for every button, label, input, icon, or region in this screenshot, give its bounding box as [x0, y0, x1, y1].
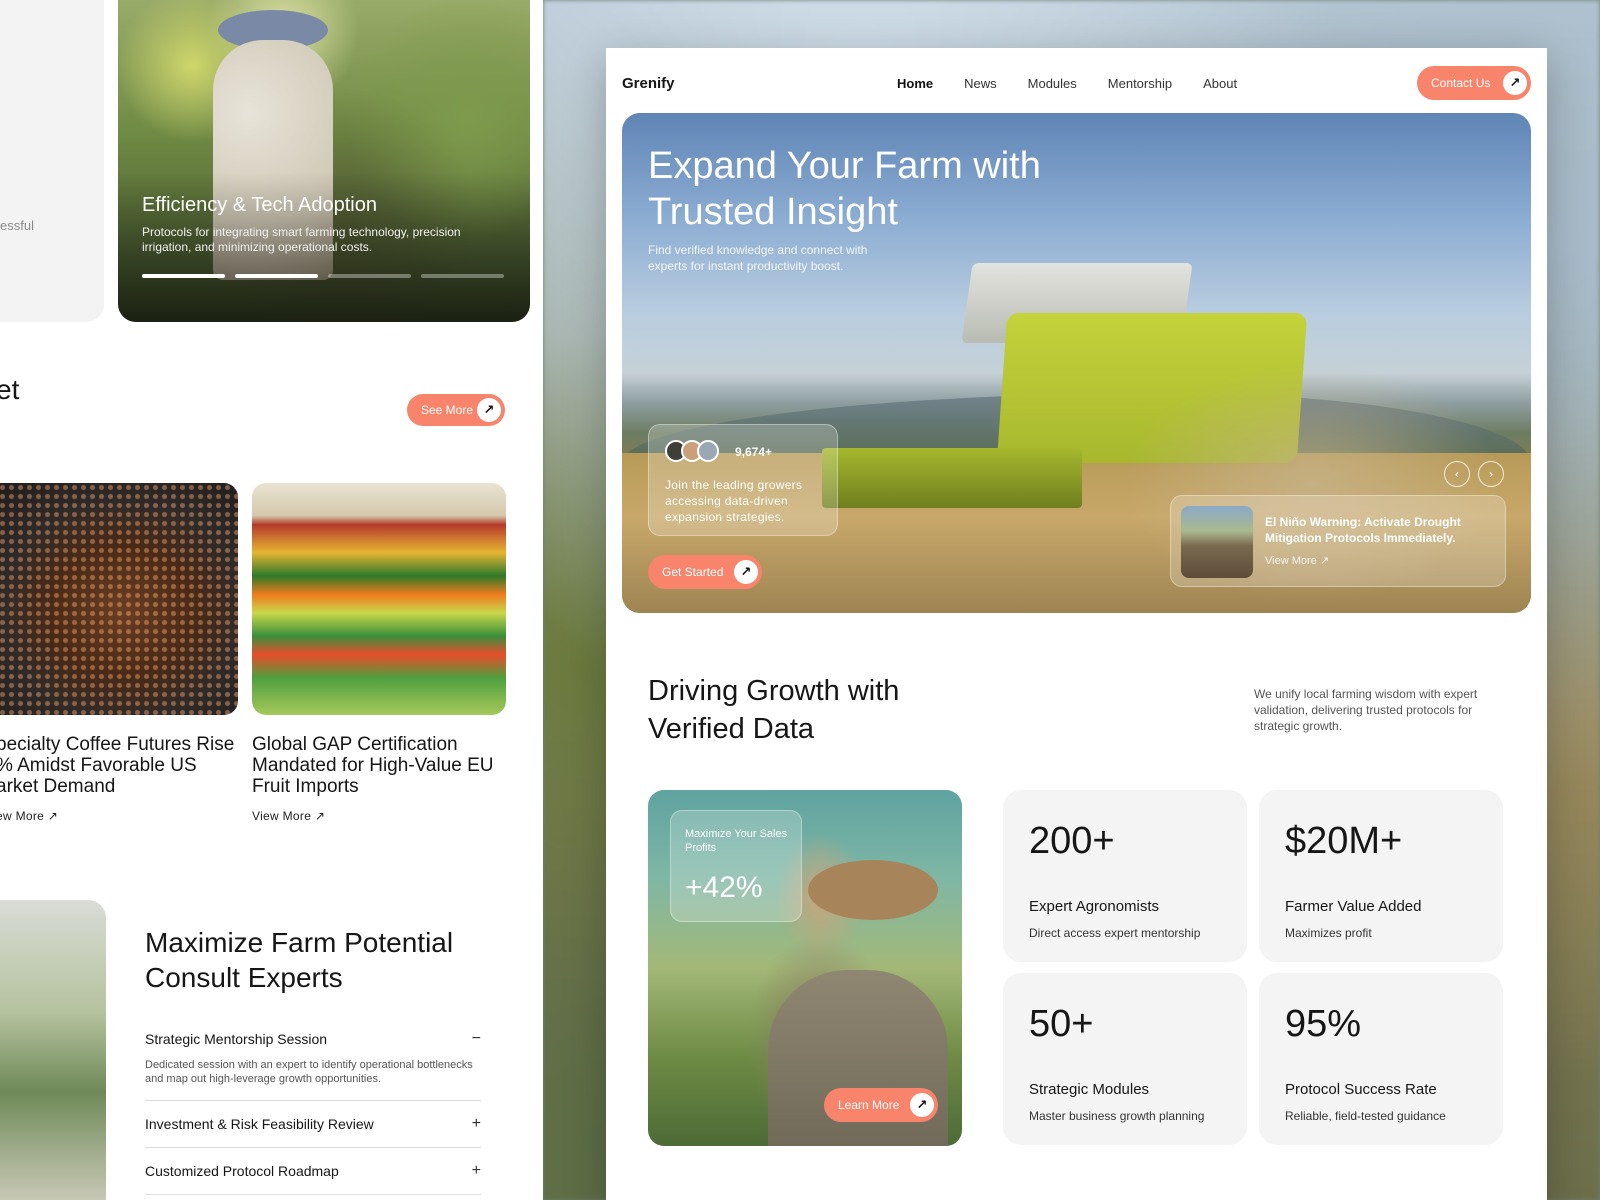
news-title[interactable]: pecialty Coffee Futures Rise % Amidst Fa… — [0, 734, 241, 797]
consult-section-title: Maximize Farm Potential Consult Experts — [145, 927, 454, 993]
expand-icon[interactable]: + — [472, 1162, 481, 1180]
slide-description: Protocols for integrating smart farming … — [142, 225, 461, 254]
get-started-label: Get Started — [662, 565, 724, 579]
website-homepage: Grenify Home News Modules Mentorship Abo… — [606, 48, 1547, 1200]
progress-segment[interactable] — [235, 274, 318, 278]
left-page-preview: essful Efficiency & Tech Adoption Protoc… — [0, 0, 543, 1200]
consultant-photo — [0, 900, 106, 1200]
hero-news-view-more-link[interactable]: View More ↗ — [1265, 554, 1329, 567]
see-more-label: See More — [421, 403, 474, 417]
accordion-item-title: Customized Protocol Roadmap — [145, 1163, 339, 1179]
get-started-button[interactable]: Get Started ↗ — [648, 555, 762, 589]
growth-section-title: Driving Growth with Verified Data — [648, 675, 900, 745]
slide-progress-indicators — [142, 274, 504, 278]
chevron-left-icon[interactable]: ‹ — [1444, 461, 1470, 487]
arrow-up-right-icon: ↗ — [734, 560, 758, 584]
combine-harvester-header — [822, 448, 1082, 508]
nav-item-modules[interactable]: Modules — [1028, 76, 1077, 91]
arrow-up-right-icon: ↗ — [47, 809, 59, 823]
stat-value: 95% — [1285, 1003, 1362, 1045]
arrow-up-right-icon: ↗ — [1503, 71, 1527, 95]
efficiency-slide-card[interactable]: Efficiency & Tech Adoption Protocols for… — [118, 0, 530, 322]
stat-card: 95% Protocol Success Rate Reliable, fiel… — [1259, 973, 1503, 1145]
news-view-more-link[interactable]: View More ↗ — [252, 809, 325, 823]
farmer-hat-shape — [808, 860, 938, 920]
gray-card-fragment: essful — [0, 0, 104, 322]
nav-item-home[interactable]: Home — [897, 76, 933, 91]
stat-subtext: Direct access expert mentorship — [1029, 926, 1201, 940]
avatar-group — [665, 440, 719, 462]
drought-thumbnail — [1181, 506, 1253, 578]
avatar — [697, 440, 719, 462]
carousel-controls: ‹ › — [1444, 461, 1504, 487]
arrow-up-right-icon: ↗ — [1319, 555, 1330, 567]
section-heading-fragment: et — [0, 374, 20, 405]
accordion-item-title: Investment & Risk Feasibility Review — [145, 1116, 374, 1132]
learn-more-label: Learn More — [838, 1098, 900, 1112]
top-navigation: Grenify Home News Modules Mentorship Abo… — [622, 66, 1531, 102]
chevron-right-icon[interactable]: › — [1478, 461, 1504, 487]
profit-value: +42% — [685, 871, 763, 904]
growers-card: 9,674+ Join the leading growers accessin… — [648, 424, 838, 536]
stat-value: 200+ — [1029, 820, 1115, 862]
consult-accordion: Strategic Mentorship Session − Dedicated… — [145, 1030, 481, 1200]
nav-item-mentorship[interactable]: Mentorship — [1108, 76, 1172, 91]
profit-card: Maximize Your Sales Profits +42% — [670, 810, 802, 922]
see-more-button[interactable]: See More ↗ — [407, 394, 505, 426]
card-text-fragment: essful — [0, 218, 34, 233]
growers-count: 9,674+ — [735, 445, 773, 459]
progress-segment[interactable] — [142, 274, 225, 278]
stat-value: $20M+ — [1285, 820, 1403, 862]
arrow-up-right-icon: ↗ — [314, 809, 326, 823]
brand-logo[interactable]: Grenify — [622, 75, 675, 92]
stat-subtext: Reliable, field-tested guidance — [1285, 1109, 1446, 1123]
hero-banner: Expand Your Farm with Trusted Insight Fi… — [622, 113, 1531, 613]
stat-subtext: Master business growth planning — [1029, 1109, 1205, 1123]
farmer-feature-card: Maximize Your Sales Profits +42% Learn M… — [648, 790, 962, 1146]
coffee-news-image[interactable] — [0, 483, 238, 715]
hero-news-card[interactable]: El Niño Warning: Activate Drought Mitiga… — [1170, 495, 1506, 587]
stat-label: Strategic Modules — [1029, 1081, 1150, 1098]
accordion-item-title: Strategic Mentorship Session — [145, 1031, 328, 1047]
stat-label: Protocol Success Rate — [1285, 1081, 1437, 1098]
learn-more-button[interactable]: Learn More ↗ — [824, 1088, 938, 1122]
growth-section-description: We unify local farming wisdom with exper… — [1254, 687, 1478, 733]
collapse-icon[interactable]: − — [472, 1030, 481, 1048]
accordion-item[interactable]: Customized Protocol Roadmap + — [145, 1162, 481, 1195]
slide-title: Efficiency & Tech Adoption — [142, 194, 377, 216]
nav-item-about[interactable]: About — [1203, 76, 1237, 91]
news-title[interactable]: Global GAP Certification Mandated for Hi… — [252, 734, 506, 797]
growers-text: Join the leading growers accessing data-… — [665, 478, 803, 524]
accordion-item-body: Dedicated session with an expert to iden… — [145, 1059, 473, 1085]
progress-segment[interactable] — [421, 274, 504, 278]
progress-segment[interactable] — [328, 274, 411, 278]
stat-card: $20M+ Farmer Value Added Maximizes profi… — [1259, 790, 1503, 962]
nav-menu: Home News Modules Mentorship About — [897, 76, 1237, 91]
produce-news-image[interactable] — [252, 483, 506, 715]
stat-label: Expert Agronomists — [1029, 898, 1160, 915]
stat-label: Farmer Value Added — [1285, 898, 1422, 915]
contact-us-button[interactable]: Contact Us ↗ — [1417, 66, 1531, 100]
accordion-item[interactable]: Strategic Mentorship Session − Dedicated… — [145, 1030, 481, 1101]
stat-subtext: Maximizes profit — [1285, 926, 1372, 940]
hero-subtitle: Find verified knowledge and connect with… — [648, 243, 868, 273]
arrow-up-right-icon: ↗ — [477, 398, 501, 422]
hero-title: Expand Your Farm with Trusted Insight — [648, 145, 1041, 233]
stat-card: 200+ Expert Agronomists Direct access ex… — [1003, 790, 1247, 962]
accordion-item[interactable]: Investment & Risk Feasibility Review + — [145, 1115, 481, 1148]
profit-label: Maximize Your Sales Profits — [685, 828, 788, 854]
arrow-up-right-icon: ↗ — [910, 1093, 934, 1117]
stat-value: 50+ — [1029, 1003, 1094, 1045]
hero-news-title: El Niño Warning: Activate Drought Mitiga… — [1265, 515, 1461, 545]
news-view-more-link[interactable]: ew More ↗ — [0, 809, 58, 823]
contact-us-label: Contact Us — [1431, 76, 1491, 90]
stat-card: 50+ Strategic Modules Master business gr… — [1003, 973, 1247, 1145]
nav-item-news[interactable]: News — [964, 76, 997, 91]
expand-icon[interactable]: + — [472, 1115, 481, 1133]
